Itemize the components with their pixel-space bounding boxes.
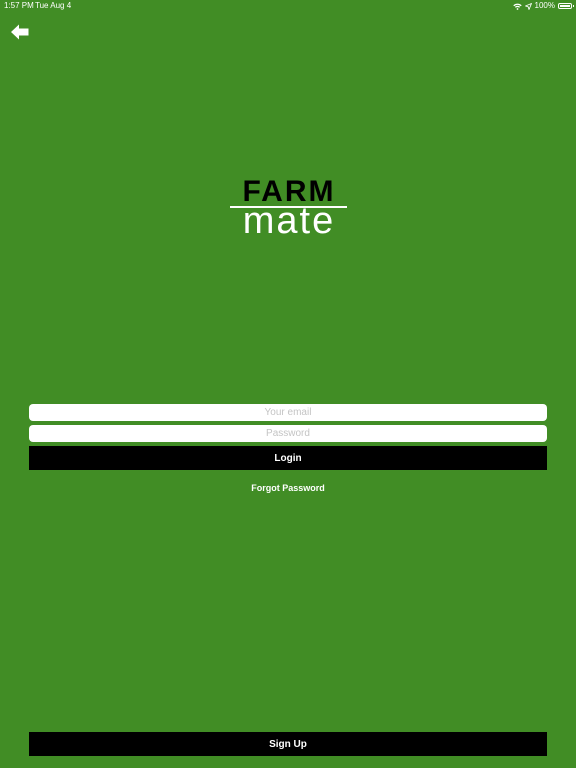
sign-up-button[interactable]: Sign Up	[29, 732, 547, 756]
status-date: Tue Aug 4	[35, 1, 72, 10]
location-arrow-icon	[524, 2, 532, 10]
status-bar: 1:57 PM Tue Aug 4 100%	[0, 0, 576, 12]
farmmate-logo: FARM mate	[229, 177, 349, 242]
battery-icon	[558, 3, 574, 9]
wifi-icon	[512, 3, 522, 10]
forgot-password-link[interactable]: Forgot Password	[0, 483, 576, 493]
login-button[interactable]: Login	[29, 446, 547, 470]
status-time: 1:57 PM	[4, 1, 34, 10]
battery-percent: 100%	[534, 1, 555, 10]
back-button[interactable]	[10, 23, 30, 41]
status-indicators: 100%	[512, 0, 574, 12]
logo-bottom-text: mate	[242, 200, 336, 242]
email-field[interactable]	[29, 404, 547, 421]
back-arrow-icon	[11, 24, 29, 40]
password-field[interactable]	[29, 425, 547, 442]
